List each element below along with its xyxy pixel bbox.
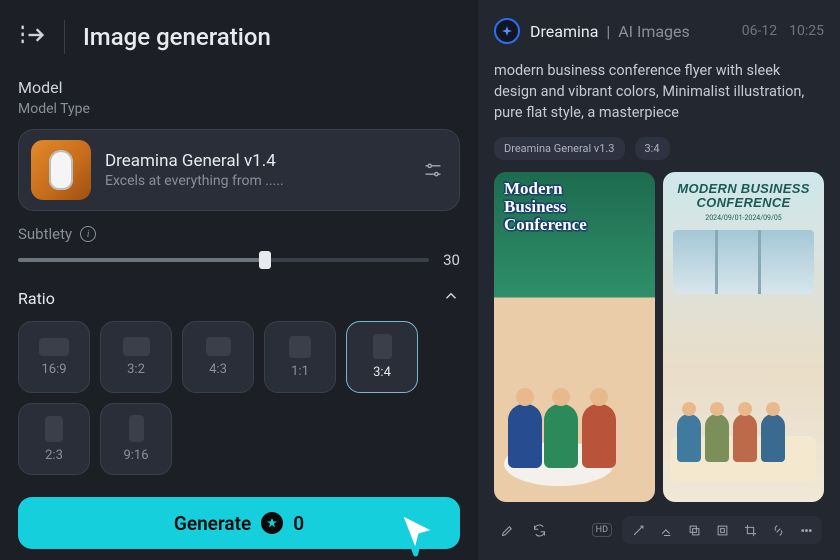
subtlety-slider[interactable] [18,258,429,262]
generate-label: Generate [174,512,251,535]
header-separator [64,20,65,54]
ratio-option-2-3[interactable]: 2:3 [18,403,90,475]
model-section-label: Model [18,78,460,97]
model-settings-icon[interactable] [419,156,447,184]
wand-icon[interactable] [627,519,649,541]
dreamina-logo-icon [494,18,520,44]
ratio-option-label: 16:9 [41,362,66,377]
result-tag-model[interactable]: Dreamina General v1.3 [494,137,625,160]
subtlety-value: 30 [443,251,460,269]
ratio-option-label: 1:1 [291,364,309,379]
model-type-label: Model Type [18,101,460,117]
hd-badge[interactable]: HD [592,523,612,537]
model-thumbnail [31,140,91,200]
refresh-icon[interactable] [528,519,550,541]
layers-icon[interactable] [683,519,705,541]
ratio-option-label: 4:3 [209,362,227,377]
result-date: 06-12 [742,23,777,39]
ratio-option-4-3[interactable]: 4:3 [182,321,254,393]
ratio-option-16-9[interactable]: 16:9 [18,321,90,393]
result-brand: Dreamina | AI Images [530,22,690,41]
ratio-option-3-2[interactable]: 3:2 [100,321,172,393]
ratio-option-label: 3:2 [127,362,145,377]
result-time: 10:25 [789,23,824,39]
link-icon[interactable] [767,519,789,541]
chevron-up-icon[interactable] [442,287,460,309]
result-image-2[interactable]: MODERN BUSINESS CONFERENCE 2024/09/01-20… [663,172,824,502]
credit-icon [261,512,283,534]
more-icon[interactable] [795,519,817,541]
info-icon[interactable]: i [80,226,96,242]
ratio-option-label: 2:3 [45,448,63,463]
collapse-icon[interactable] [18,21,46,53]
ratio-option-label: 9:16 [123,448,148,463]
result-prompt: modern business conference flyer with sl… [494,60,824,123]
model-name: Dreamina General v1.4 [105,151,405,171]
generate-button[interactable]: Generate 0 [18,497,460,549]
erase-icon[interactable] [655,519,677,541]
page-title: Image generation [83,23,271,51]
ratio-option-9-16[interactable]: 9:16 [100,403,172,475]
crop-icon[interactable] [739,519,761,541]
edit-icon[interactable] [496,519,518,541]
ratio-option-1-1[interactable]: 1:1 [264,321,336,393]
ratio-option-3-4[interactable]: 3:4 [346,321,418,393]
subtlety-label: Subtlety [18,225,72,243]
ratio-option-label: 3:4 [373,365,391,380]
expand-icon[interactable] [711,519,733,541]
generate-cost: 0 [293,512,304,535]
ratio-label: Ratio [18,289,55,308]
model-description: Excels at everything from ..... [105,173,405,189]
result-image-1[interactable]: Modern Business Conference [494,172,655,502]
cursor-icon [390,505,446,560]
model-selector[interactable]: Dreamina General v1.4 Excels at everythi… [18,129,460,211]
result-tag-ratio[interactable]: 3:4 [635,137,670,160]
